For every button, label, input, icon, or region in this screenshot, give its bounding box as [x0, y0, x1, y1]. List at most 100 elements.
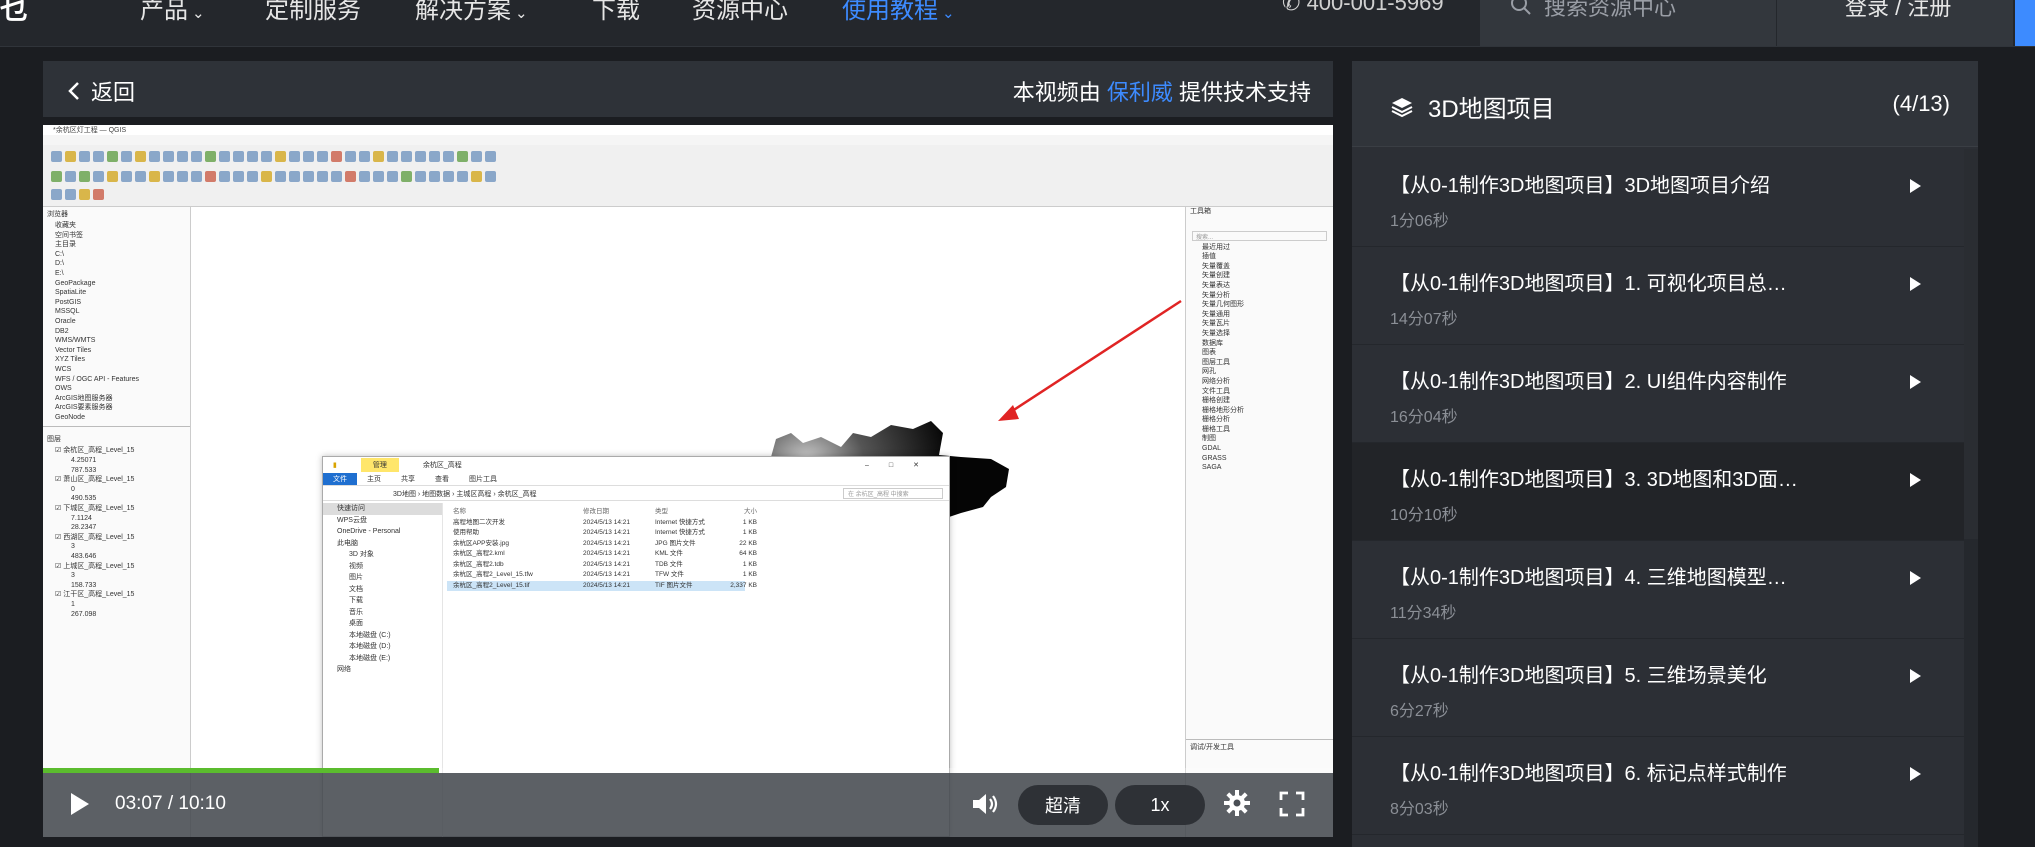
- window-controls[interactable]: –□✕: [865, 461, 939, 469]
- explorer-nav-item[interactable]: 本地磁盘 (C:): [323, 630, 442, 642]
- toolbox-item[interactable]: GDAL: [1186, 444, 1333, 454]
- explorer-nav-item[interactable]: 文档: [323, 584, 442, 596]
- login-register-button[interactable]: 登录 / 注册: [1777, 0, 2013, 46]
- browser-item[interactable]: 空间书签: [43, 231, 190, 241]
- play-arrow-icon[interactable]: [1907, 471, 1923, 489]
- layer-item[interactable]: ☑ 下城区_高程_Level_15: [43, 504, 190, 514]
- explorer-nav-item[interactable]: 图片: [323, 572, 442, 584]
- toolbox-item[interactable]: 最近用过: [1186, 243, 1333, 253]
- explorer-nav-item[interactable]: 本地磁盘 (E:): [323, 653, 442, 665]
- gear-icon[interactable]: [1223, 789, 1251, 817]
- logo[interactable]: 乜: [0, 0, 28, 28]
- layer-item[interactable]: ☑ 江干区_高程_Level_15: [43, 590, 190, 600]
- toolbox-item[interactable]: 矢量选择: [1186, 329, 1333, 339]
- side-float-tab[interactable]: [2015, 0, 2035, 46]
- video-frame[interactable]: *余杭区灯工程 — QGIS 浏览器 收藏夹 空间书签 主目录 C:\ D:\ E:\ Ge…: [43, 125, 1333, 837]
- toolbox-item[interactable]: 矢量分析: [1186, 291, 1333, 301]
- explorer-nav-item[interactable]: 快速访问: [323, 503, 442, 515]
- playlist-item[interactable]: 【从0-1制作3D地图项目】2. UI组件内容制作 16分04秒: [1352, 345, 1964, 443]
- play-arrow-icon[interactable]: [1907, 667, 1923, 685]
- browser-item[interactable]: Vector Tiles: [43, 346, 190, 356]
- nav-item-custom-service[interactable]: 定制服务: [265, 0, 361, 25]
- toolbox-item[interactable]: 矢量几何图形: [1186, 300, 1333, 310]
- toolbox-item[interactable]: 矢量表达: [1186, 281, 1333, 291]
- nav-item-solutions[interactable]: 解决方案 ⌄: [415, 0, 528, 25]
- speed-button[interactable]: 1x: [1115, 785, 1205, 825]
- browser-item[interactable]: Oracle: [43, 317, 190, 327]
- toolbox-item[interactable]: 栅格分析: [1186, 415, 1333, 425]
- browser-item[interactable]: GeoPackage: [43, 279, 190, 289]
- toolbox-search[interactable]: 搜索...: [1192, 230, 1327, 241]
- explorer-nav-item[interactable]: 本地磁盘 (D:): [323, 641, 442, 653]
- playlist-item[interactable]: 【从0-1制作3D地图项目】4. 三维地图模型… 11分34秒: [1352, 541, 1964, 639]
- file-row[interactable]: 余杭区_高程2_Level_15.tfw 2024/5/13 14:21 TFW 文…: [447, 570, 947, 581]
- browser-item[interactable]: WMS/WMTS: [43, 336, 190, 346]
- checkbox-icon[interactable]: ☑: [55, 505, 63, 512]
- play-arrow-icon[interactable]: [1907, 177, 1923, 195]
- toolbox-item[interactable]: 栅格地形分析: [1186, 406, 1333, 416]
- explorer-nav-item[interactable]: 音乐: [323, 607, 442, 619]
- toolbox-item[interactable]: 插值: [1186, 252, 1333, 262]
- file-row[interactable]: 余杭区APP安装.jpg 2024/5/13 14:21 JPG 图片文件 22 KB: [447, 539, 947, 550]
- layer-item[interactable]: ☑ 萧山区_高程_Level_15: [43, 475, 190, 485]
- file-row[interactable]: 使用帮助 2024/5/13 14:21 Internet 快捷方式 1 KB: [447, 528, 947, 539]
- browser-item[interactable]: D:\: [43, 259, 190, 269]
- layer-item[interactable]: ☑ 余杭区_高程_Level_15: [43, 446, 190, 456]
- browser-item[interactable]: MSSQL: [43, 307, 190, 317]
- browser-item[interactable]: OWS: [43, 384, 190, 394]
- explorer-nav-item[interactable]: 网络: [323, 664, 442, 676]
- toolbox-item[interactable]: SAGA: [1186, 463, 1333, 473]
- nav-item-download[interactable]: 下载: [592, 0, 640, 25]
- browser-item[interactable]: WFS / OGC API - Features: [43, 375, 190, 385]
- toolbox-item[interactable]: 制图: [1186, 434, 1333, 444]
- file-row[interactable]: 余杭区_高程2.tdb 2024/5/13 14:21 TDB 文件 1 KB: [447, 560, 947, 571]
- explorer-nav-item[interactable]: 此电脑: [323, 538, 442, 550]
- playlist-item[interactable]: 【从0-1制作3D地图项目】6. 标记点样式制作 8分03秒: [1352, 737, 1964, 835]
- explorer-manage-tab[interactable]: 管理: [360, 458, 399, 472]
- toolbox-item[interactable]: 图表: [1186, 348, 1333, 358]
- checkbox-icon[interactable]: ☑: [55, 563, 63, 570]
- ribbon-tab[interactable]: 共享: [391, 473, 425, 485]
- play-arrow-icon[interactable]: [1907, 275, 1923, 293]
- explorer-search-input[interactable]: 在 余杭区_高程 中搜索: [843, 488, 943, 499]
- browser-item[interactable]: PostGIS: [43, 298, 190, 308]
- column-header[interactable]: 大小: [717, 507, 757, 518]
- file-row[interactable]: 高程地图二次开发 2024/5/13 14:21 Internet 快捷方式 1 KB: [447, 518, 947, 529]
- play-icon[interactable]: [69, 791, 91, 817]
- browser-item[interactable]: WCS: [43, 365, 190, 375]
- ribbon-tab[interactable]: 图片工具: [459, 473, 507, 485]
- checkbox-icon[interactable]: ☑: [55, 447, 63, 454]
- playlist-item[interactable]: 【从0-1制作3D地图项目】5. 三维场景美化 6分27秒: [1352, 639, 1964, 737]
- quality-button[interactable]: 超清: [1018, 785, 1108, 825]
- browser-item[interactable]: C:\: [43, 250, 190, 260]
- file-row[interactable]: 余杭区_高程2_Level_15.tif 2024/5/13 14:21 TIF 图…: [447, 580, 757, 591]
- browser-item[interactable]: DB2: [43, 327, 190, 337]
- toolbox-item[interactable]: 矢量瓦片: [1186, 319, 1333, 329]
- column-header[interactable]: 修改日期: [583, 507, 655, 518]
- checkbox-icon[interactable]: ☑: [55, 534, 63, 541]
- explorer-nav-item[interactable]: 桌面: [323, 618, 442, 630]
- scrollbar-thumb[interactable]: [1964, 149, 1978, 539]
- file-row[interactable]: 余杭区_高程2.kml 2024/5/13 14:21 KML 文件 64 KB: [447, 549, 947, 560]
- explorer-nav-item[interactable]: 视频: [323, 561, 442, 573]
- playlist-item[interactable]: 【从0-1制作3D地图项目】3D地图项目介绍 1分06秒: [1352, 149, 1964, 247]
- column-header[interactable]: 名称: [453, 507, 583, 518]
- toolbox-item[interactable]: 网孔: [1186, 367, 1333, 377]
- toolbox-item[interactable]: 矢量覆盖: [1186, 262, 1333, 272]
- nav-item-resources[interactable]: 资源中心: [692, 0, 788, 25]
- toolbox-item[interactable]: 矢量通用: [1186, 310, 1333, 320]
- browser-item[interactable]: E:\: [43, 269, 190, 279]
- support-link[interactable]: 保利威: [1107, 80, 1173, 105]
- toolbox-item[interactable]: 栅格工具: [1186, 425, 1333, 435]
- toolbox-item[interactable]: GRASS: [1186, 454, 1333, 464]
- nav-item-tutorials[interactable]: 使用教程 ⌄: [842, 0, 955, 25]
- browser-item[interactable]: SpatiaLite: [43, 288, 190, 298]
- playlist-item[interactable]: 【从0-1制作3D地图项目】1. 可视化项目总… 14分07秒: [1352, 247, 1964, 345]
- playlist-item[interactable]: 【从0-1制作3D地图项目】3. 3D地图和3D面… 10分10秒: [1352, 443, 1964, 541]
- toolbox-item[interactable]: 矢量创建: [1186, 271, 1333, 281]
- search-input[interactable]: 搜索资源中心: [1480, 0, 1776, 46]
- toolbox-item[interactable]: 数据库: [1186, 339, 1333, 349]
- explorer-nav-item[interactable]: OneDrive - Personal: [323, 526, 442, 538]
- ribbon-tab[interactable]: 文件: [323, 473, 357, 485]
- explorer-nav-item[interactable]: WPS云盘: [323, 515, 442, 527]
